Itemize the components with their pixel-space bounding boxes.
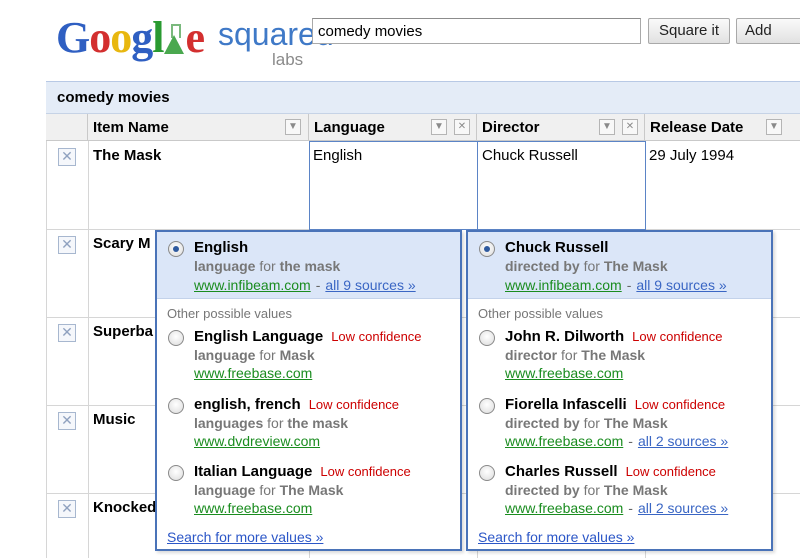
other-values-label: Other possible values [167, 306, 293, 321]
column-header-director: Director ▼ ✕ [477, 114, 645, 141]
option-source: www.freebase.com - all 2 sources » [505, 433, 729, 449]
option-description: languages for the mask [194, 415, 349, 431]
column-menu-icon[interactable]: ▼ [285, 119, 301, 135]
table-row-item-name[interactable]: Knocked [93, 499, 156, 516]
square-it-button[interactable]: Square it [648, 18, 730, 44]
search-more-values-link[interactable]: Search for more values » [478, 529, 634, 545]
table-row-item-name[interactable]: Scary M [93, 235, 151, 252]
low-confidence-label: Low confidence [634, 397, 726, 412]
low-confidence-label: Low confidence [625, 464, 716, 479]
option-description: language for the mask [194, 258, 341, 274]
column-menu-icon[interactable]: ▼ [431, 119, 447, 135]
option-value[interactable]: English Language Low confidence [194, 328, 422, 345]
option-source: www.infibeam.com - all 9 sources » [505, 277, 727, 293]
column-header-language: Language ▼ ✕ [309, 114, 477, 141]
source-link[interactable]: www.freebase.com [505, 500, 623, 516]
selected-value-option[interactable]: English language for the mask www.infibe… [157, 232, 460, 299]
option-description: directed by for The Mask [505, 258, 668, 274]
option-description: directed by for The Mask [505, 415, 668, 431]
radio-icon[interactable] [479, 398, 495, 414]
logo-google-text: Googl e [56, 13, 205, 62]
table-row-release-date[interactable]: 29 July 1994 [649, 147, 734, 164]
option-description: directed by for The Mask [505, 482, 668, 498]
remove-column-icon[interactable]: ✕ [622, 119, 638, 135]
source-link[interactable]: www.freebase.com [505, 433, 623, 449]
source-link[interactable]: www.freebase.com [194, 500, 312, 516]
table-row-item-name[interactable]: Music [93, 411, 136, 428]
column-header-release-date: Release Date ▼ [645, 114, 800, 141]
radio-icon[interactable] [168, 398, 184, 414]
option-description: director for The Mask [505, 347, 646, 363]
remove-column-icon[interactable]: ✕ [454, 119, 470, 135]
option-value[interactable]: english, french Low confidence [194, 396, 399, 413]
option-description: language for The Mask [194, 482, 344, 498]
option-source: www.freebase.com [505, 365, 623, 381]
all-sources-link[interactable]: all 2 sources » [638, 500, 728, 516]
remove-row-icon[interactable]: ✕ [58, 324, 76, 342]
radio-icon[interactable] [479, 330, 495, 346]
column-header-select [46, 114, 88, 141]
grid-line [88, 141, 89, 558]
table-row-language[interactable]: English [313, 147, 362, 164]
source-link[interactable]: www.infibeam.com [505, 277, 622, 293]
radio-selected-icon[interactable] [479, 241, 495, 257]
option-source: www.freebase.com [194, 365, 312, 381]
radio-icon[interactable] [479, 465, 495, 481]
remove-row-icon[interactable]: ✕ [58, 148, 76, 166]
remove-row-icon[interactable]: ✕ [58, 236, 76, 254]
low-confidence-label: Low confidence [308, 397, 400, 412]
remove-row-icon[interactable]: ✕ [58, 412, 76, 430]
logo-labs: labs [272, 50, 304, 69]
grid-line [46, 141, 47, 558]
option-value: Chuck Russell [505, 239, 609, 256]
source-link[interactable]: www.dvdreview.com [194, 433, 320, 449]
google-squared-logo: Googl e squared labs [56, 6, 334, 69]
column-label: Release Date [650, 119, 744, 136]
option-source: www.infibeam.com - all 9 sources » [194, 277, 416, 293]
option-source: www.freebase.com - all 2 sources » [505, 500, 729, 516]
column-header-item-name: Item Name ▼ [88, 114, 309, 141]
flask-icon [163, 22, 185, 56]
column-label: Director [482, 119, 540, 136]
radio-icon[interactable] [168, 465, 184, 481]
table-row-item-name[interactable]: Superba [93, 323, 153, 340]
option-value[interactable]: Italian Language Low confidence [194, 463, 411, 480]
column-label: Language [314, 119, 385, 136]
search-more-values-link[interactable]: Search for more values » [167, 529, 323, 545]
language-values-popup: English language for the mask www.infibe… [155, 230, 462, 551]
option-source: www.dvdreview.com [194, 433, 320, 449]
column-menu-icon[interactable]: ▼ [599, 119, 615, 135]
all-sources-link[interactable]: all 9 sources » [636, 277, 726, 293]
option-value[interactable]: Charles Russell Low confidence [505, 463, 716, 480]
option-source: www.freebase.com [194, 500, 312, 516]
low-confidence-label: Low confidence [331, 329, 422, 344]
low-confidence-label: Low confidence [632, 329, 723, 344]
option-value[interactable]: Fiorella Infascelli Low confidence [505, 396, 725, 413]
square-title: comedy movies [46, 82, 800, 114]
selected-value-option[interactable]: Chuck Russell directed by for The Mask w… [468, 232, 771, 299]
add-button[interactable]: Add [736, 18, 800, 44]
table-row-item-name[interactable]: The Mask [93, 147, 161, 164]
option-value: English [194, 239, 249, 256]
director-values-popup: Chuck Russell directed by for The Mask w… [466, 230, 773, 551]
radio-icon[interactable] [168, 330, 184, 346]
option-value[interactable]: John R. Dilworth Low confidence [505, 328, 723, 345]
remove-row-icon[interactable]: ✕ [58, 500, 76, 518]
all-sources-link[interactable]: all 2 sources » [638, 433, 728, 449]
search-input[interactable] [312, 18, 641, 44]
source-link[interactable]: www.infibeam.com [194, 277, 311, 293]
source-link[interactable]: www.freebase.com [194, 365, 312, 381]
column-label: Item Name [93, 119, 169, 136]
option-description: language for Mask [194, 347, 315, 363]
radio-selected-icon[interactable] [168, 241, 184, 257]
other-values-label: Other possible values [478, 306, 604, 321]
column-menu-icon[interactable]: ▼ [766, 119, 782, 135]
low-confidence-label: Low confidence [320, 464, 411, 479]
source-link[interactable]: www.freebase.com [505, 365, 623, 381]
table-row-director[interactable]: Chuck Russell [482, 147, 578, 164]
all-sources-link[interactable]: all 9 sources » [325, 277, 415, 293]
